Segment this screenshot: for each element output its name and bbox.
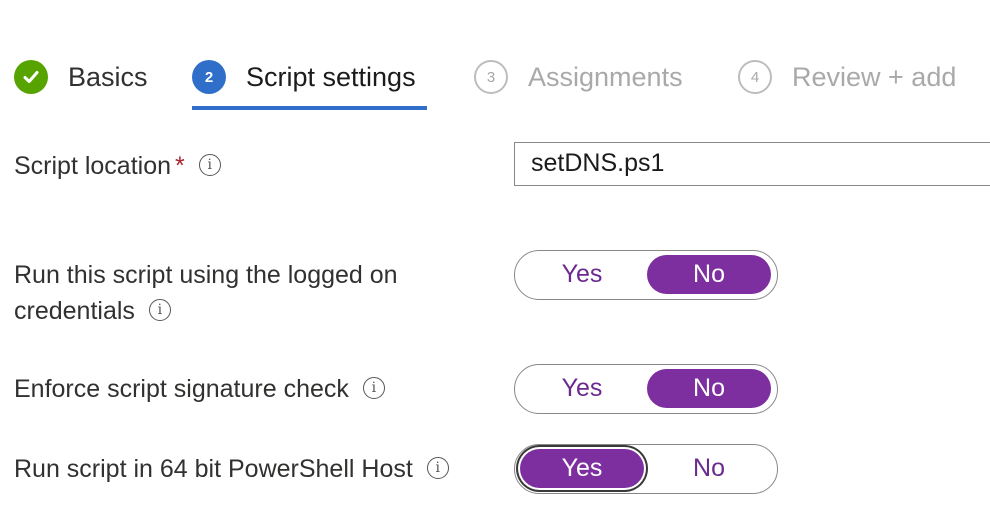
step-number-badge: 3 xyxy=(474,60,508,94)
script-location-label: Script location xyxy=(14,152,172,180)
bit64-host-label-row: Run script in 64 bit PowerShell Host i xyxy=(14,451,449,487)
logged-on-credentials-no[interactable]: No xyxy=(647,255,771,294)
info-icon[interactable]: i xyxy=(148,299,171,322)
logged-on-credentials-toggle: Yes No xyxy=(514,250,778,300)
step-assignments-label: Assignments xyxy=(528,61,683,92)
step-number-badge: 2 xyxy=(192,60,226,94)
info-icon[interactable]: i xyxy=(362,377,385,400)
step-script-settings-label: Script settings xyxy=(246,61,416,92)
required-marker: * xyxy=(175,152,185,180)
logged-on-credentials-label-line2: credentials xyxy=(14,297,135,325)
step-script-settings[interactable]: 2 Script settings xyxy=(192,52,416,102)
signature-check-label: Enforce script signature check xyxy=(14,375,349,403)
logged-on-credentials-label-line1: Run this script using the logged on xyxy=(14,261,398,289)
bit64-host-no[interactable]: No xyxy=(647,449,771,488)
active-step-underline xyxy=(192,106,427,110)
step-review-add-label: Review + add xyxy=(792,61,957,92)
bit64-host-label: Run script in 64 bit PowerShell Host xyxy=(14,455,413,483)
signature-check-no[interactable]: No xyxy=(647,369,771,408)
step-basics[interactable]: Basics xyxy=(14,52,148,102)
script-location-label-row: Script location * i xyxy=(14,148,221,184)
bit64-host-yes[interactable]: Yes xyxy=(520,449,644,488)
wizard-steps: Basics 2 Script settings 3 Assignments 4… xyxy=(0,0,990,120)
step-assignments[interactable]: 3 Assignments xyxy=(474,52,683,102)
step-basics-label: Basics xyxy=(68,61,148,92)
logged-on-credentials-yes[interactable]: Yes xyxy=(520,255,644,294)
info-icon[interactable]: i xyxy=(198,154,221,177)
step-review-add[interactable]: 4 Review + add xyxy=(738,52,956,102)
checkmark-icon xyxy=(14,60,48,94)
signature-check-toggle: Yes No xyxy=(514,364,778,414)
step-number-badge: 4 xyxy=(738,60,772,94)
info-icon[interactable]: i xyxy=(426,457,449,480)
bit64-host-toggle: Yes No xyxy=(514,444,778,494)
logged-on-credentials-label-row: Run this script using the logged on cred… xyxy=(14,257,398,329)
script-location-input[interactable]: setDNS.ps1 xyxy=(514,142,990,186)
signature-check-label-row: Enforce script signature check i xyxy=(14,371,385,407)
signature-check-yes[interactable]: Yes xyxy=(520,369,644,408)
